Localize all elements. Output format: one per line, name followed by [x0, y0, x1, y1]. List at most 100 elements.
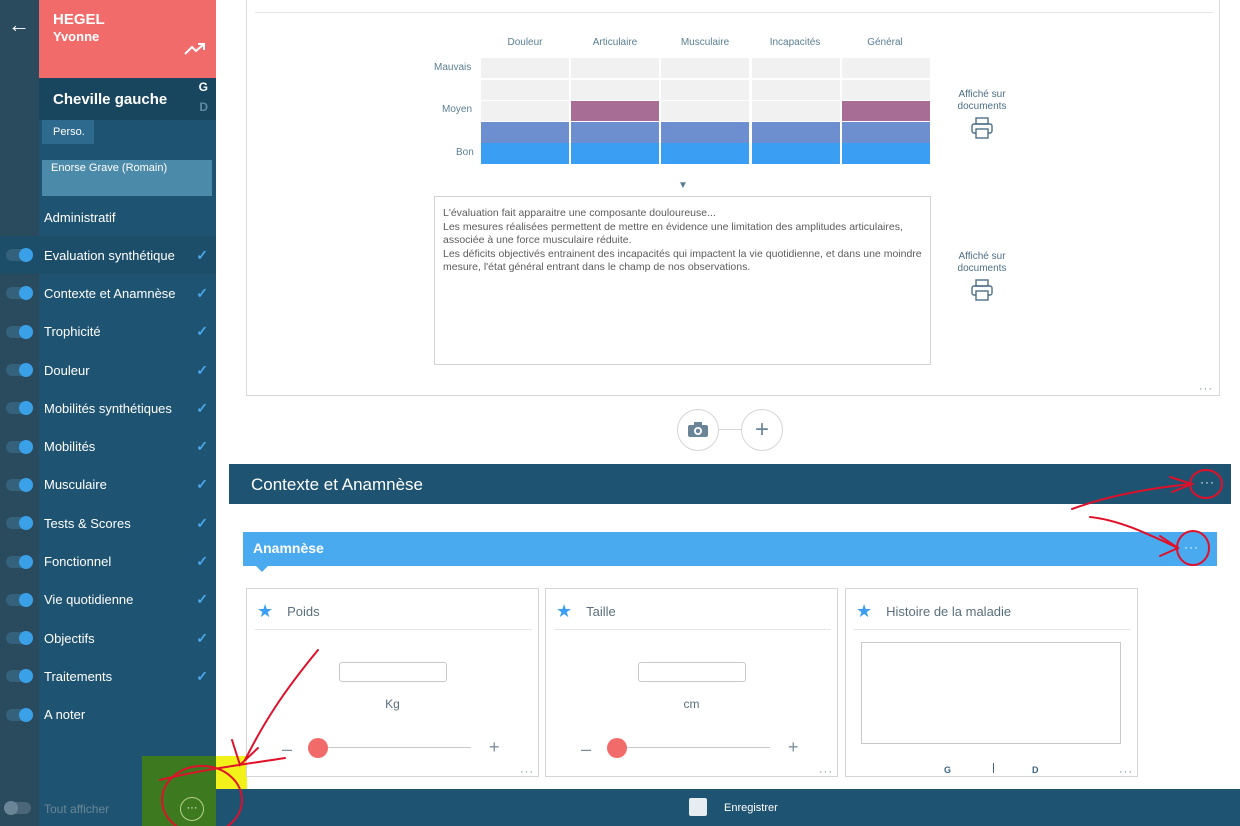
check-icon: ✓: [196, 629, 208, 646]
widget-taille: ★ Taille cm – + ···: [545, 588, 838, 778]
chart-bar-moyen: [571, 101, 659, 121]
nav-item-mobilites-synth[interactable]: Mobilités synthétiques ✓: [0, 389, 216, 427]
check-icon: ✓: [196, 514, 208, 531]
chart-cell: [481, 80, 569, 100]
diagnosis-box[interactable]: Enorse Grave (Romain): [42, 160, 212, 196]
note-line: L'évaluation fait apparaitre une composa…: [443, 207, 716, 219]
save-icon[interactable]: [689, 798, 707, 816]
check-icon: ✓: [196, 246, 208, 263]
slider-track[interactable]: [618, 747, 770, 748]
histoire-textarea[interactable]: [861, 642, 1121, 744]
chart-column-label: Général: [867, 37, 903, 48]
patient-card[interactable]: HEGEL Yvonne: [39, 0, 216, 78]
poids-input[interactable]: [339, 662, 447, 682]
chart-column-label: Musculaire: [680, 37, 730, 48]
nav-item-tests[interactable]: Tests & Scores ✓: [0, 504, 216, 542]
section-more-button[interactable]: ···: [1200, 475, 1215, 489]
check-icon: ✓: [196, 667, 208, 684]
chart-bar-moyen: [842, 101, 930, 121]
subsection-title: Anamnèse: [253, 540, 324, 556]
trend-icon[interactable]: [184, 40, 206, 61]
widget-poids: ★ Poids Kg – + ···: [246, 588, 539, 778]
nav-item-mobilites[interactable]: Mobilités ✓: [0, 427, 216, 465]
toggle-switch[interactable]: [6, 477, 33, 492]
chart-cell: [752, 101, 840, 121]
minus-icon[interactable]: –: [581, 739, 591, 760]
patient-last-name: HEGEL: [53, 11, 105, 28]
chart-cell: [571, 80, 659, 100]
side-d-toggle[interactable]: D: [1032, 765, 1039, 775]
section-header: Contexte et Anamnèse ···: [229, 464, 1231, 504]
chart-bar-bon: [481, 143, 569, 164]
chart-row-label: Mauvais: [434, 62, 472, 73]
toggle-switch[interactable]: [6, 516, 33, 531]
add-button[interactable]: +: [741, 409, 783, 451]
star-icon[interactable]: ★: [556, 601, 572, 622]
toggle-switch[interactable]: [6, 286, 33, 301]
toggle-switch[interactable]: [6, 592, 33, 607]
print-toggle[interactable]: Affiché sur documents: [947, 89, 1017, 139]
plus-icon[interactable]: +: [489, 737, 500, 758]
card-more-button[interactable]: ···: [1199, 383, 1213, 395]
toggle-switch[interactable]: [6, 554, 33, 569]
nav-item-fonctionnel[interactable]: Fonctionnel ✓: [0, 542, 216, 580]
tab-perso[interactable]: Perso.: [42, 120, 94, 144]
zone-header: Cheville gauche G D: [39, 78, 216, 120]
side-g-toggle[interactable]: G: [944, 765, 951, 775]
nav-item-evaluation[interactable]: Evaluation synthétique ✓: [0, 236, 216, 275]
toggle-switch[interactable]: [6, 363, 33, 378]
nav-item-a-noter[interactable]: A noter: [0, 696, 216, 734]
save-button[interactable]: Enregistrer: [724, 802, 778, 814]
widget-more-button[interactable]: ···: [520, 766, 534, 778]
chart-cell: [661, 58, 749, 78]
slider-thumb[interactable]: [607, 738, 627, 758]
sidebar-more-button[interactable]: ···: [180, 797, 204, 821]
divider: [554, 629, 831, 630]
nav-label: Evaluation synthétique: [44, 247, 175, 263]
nav-item-trophicite[interactable]: Trophicité ✓: [0, 313, 216, 351]
nav-item-objectifs[interactable]: Objectifs ✓: [0, 619, 216, 657]
toggle-switch[interactable]: [6, 439, 33, 454]
chart-cell: [752, 58, 840, 78]
star-icon[interactable]: ★: [856, 601, 872, 622]
nav-item-musculaire[interactable]: Musculaire ✓: [0, 466, 216, 504]
widget-more-button[interactable]: ···: [819, 766, 833, 778]
nav-item-traitements[interactable]: Traitements ✓: [0, 657, 216, 695]
slider-track[interactable]: [319, 747, 471, 748]
toggle-switch[interactable]: [6, 401, 33, 416]
nav-item-administratif[interactable]: Administratif: [0, 198, 216, 236]
toggle-switch[interactable]: [6, 631, 33, 646]
toggle-switch[interactable]: [6, 669, 33, 684]
expand-caret-icon[interactable]: ▼: [678, 180, 688, 191]
side-d-toggle[interactable]: D: [199, 100, 208, 114]
print-toggle[interactable]: Affiché sur documents: [947, 251, 1017, 301]
widget-title: Histoire de la maladie: [886, 604, 1012, 619]
nav-item-vie-quotidienne[interactable]: Vie quotidienne ✓: [0, 581, 216, 619]
nav-item-douleur[interactable]: Douleur ✓: [0, 351, 216, 389]
nav-label: Fonctionnel: [44, 554, 112, 570]
toggle-switch[interactable]: [6, 248, 33, 263]
side-g-toggle[interactable]: G: [199, 80, 208, 94]
chart-bar-intermediate: [571, 122, 659, 143]
camera-button[interactable]: [677, 409, 719, 451]
toggle-switch[interactable]: [4, 801, 31, 815]
widget-title: Poids: [287, 604, 320, 619]
show-all-label: Tout afficher: [44, 802, 110, 816]
widget-more-button[interactable]: ···: [1119, 766, 1133, 778]
minus-icon[interactable]: –: [282, 739, 292, 760]
section-title: Contexte et Anamnèse: [251, 475, 424, 494]
nav-item-contexte[interactable]: Contexte et Anamnèse ✓: [0, 274, 216, 312]
chart-cell: [752, 80, 840, 100]
back-arrow-icon[interactable]: ←: [8, 14, 30, 36]
plus-icon[interactable]: +: [788, 737, 799, 758]
zone-name: Cheville gauche: [53, 91, 168, 108]
evaluation-notes[interactable]: L'évaluation fait apparaitre une composa…: [434, 196, 931, 365]
toggle-switch[interactable]: [6, 324, 33, 339]
printer-icon: [971, 279, 993, 301]
star-icon[interactable]: ★: [257, 601, 273, 622]
taille-input[interactable]: [638, 662, 746, 682]
slider-thumb[interactable]: [308, 738, 328, 758]
toggle-switch[interactable]: [6, 707, 33, 722]
subsection-more-button[interactable]: ···: [1184, 540, 1199, 554]
chart-column-label: Douleur: [507, 37, 543, 48]
